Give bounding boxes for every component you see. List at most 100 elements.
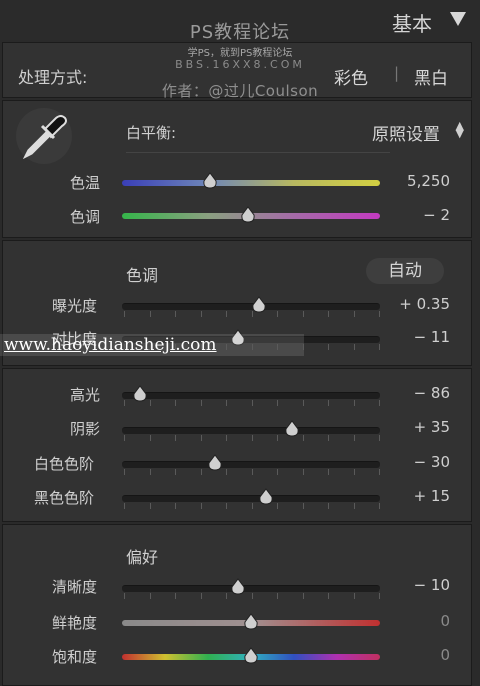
- slider-tick: [124, 311, 125, 317]
- slider-tick: [200, 469, 202, 475]
- slider-tick: [149, 435, 151, 441]
- slider-tick: [251, 311, 253, 317]
- saturation-value[interactable]: 0: [440, 646, 450, 664]
- slider-tick: [226, 344, 227, 350]
- slider-tick: [251, 344, 253, 350]
- slider-tick: [251, 469, 253, 475]
- slider-ticks: [124, 593, 380, 599]
- highlights-value[interactable]: − 86: [414, 384, 450, 402]
- slider-tick: [379, 344, 380, 350]
- tint-label: 色调: [70, 208, 101, 226]
- slider-tick: [175, 311, 176, 317]
- temp-slider-track[interactable]: [122, 180, 380, 186]
- slider-tick: [200, 593, 202, 599]
- slider-tick: [200, 311, 202, 317]
- slider-tick: [175, 469, 176, 475]
- slider-tick: [328, 503, 329, 509]
- exposure-value[interactable]: + 0.35: [399, 295, 450, 313]
- slider-tick: [251, 503, 253, 509]
- saturation-slider-thumb[interactable]: [243, 647, 259, 665]
- slider-tick: [226, 593, 227, 599]
- slider-ticks: [124, 503, 380, 509]
- slider-tick: [302, 503, 304, 509]
- slider-tick: [277, 344, 278, 350]
- whites-value[interactable]: − 30: [414, 453, 450, 471]
- treatment-bw-option[interactable]: 黑白: [414, 64, 448, 89]
- slider-tick: [226, 311, 227, 317]
- temp-label: 色温: [70, 174, 101, 192]
- slider-tick: [302, 593, 304, 599]
- shadows-slider-track[interactable]: [122, 427, 380, 434]
- slider-tick: [124, 344, 125, 350]
- tint-slider-thumb[interactable]: [240, 206, 256, 224]
- presence-heading: 偏好: [126, 548, 159, 567]
- watermark-title: PS教程论坛: [189, 22, 291, 43]
- slider-tick: [277, 435, 278, 441]
- clarity-label: 清晰度: [52, 578, 98, 596]
- slider-tick: [328, 311, 329, 317]
- slider-ticks: [124, 344, 380, 350]
- white-balance-label: 白平衡:: [126, 124, 177, 142]
- slider-tick: [149, 503, 151, 509]
- tint-value[interactable]: − 2: [423, 206, 450, 224]
- contrast-value[interactable]: − 11: [414, 328, 450, 346]
- slider-tick: [353, 469, 355, 475]
- slider-tick: [277, 469, 278, 475]
- watermark-subtitle: 学PS，就到PS教程论坛: [187, 48, 293, 59]
- clarity-value[interactable]: − 10: [414, 576, 450, 594]
- exposure-label: 曝光度: [52, 297, 98, 315]
- slider-tick: [328, 435, 329, 441]
- slider-tick: [124, 400, 125, 406]
- treatment-label: 处理方式:: [18, 68, 88, 87]
- auto-tone-button[interactable]: 自动: [366, 258, 444, 284]
- slider-tick: [302, 344, 304, 350]
- slider-tick: [302, 311, 304, 317]
- slider-ticks: [124, 435, 380, 441]
- slider-tick: [175, 435, 176, 441]
- blacks-slider-track[interactable]: [122, 495, 380, 502]
- white-balance-select[interactable]: 原照设置: [372, 120, 440, 145]
- eyedropper-button[interactable]: [16, 108, 72, 164]
- vibrance-value[interactable]: 0: [440, 612, 450, 630]
- slider-tick: [277, 593, 278, 599]
- slider-tick: [302, 435, 304, 441]
- slider-tick: [302, 400, 304, 406]
- slider-tick: [379, 469, 380, 475]
- treatment-color-option[interactable]: 彩色: [334, 64, 368, 89]
- saturation-label: 饱和度: [52, 648, 98, 666]
- highlights-label: 高光: [70, 386, 101, 404]
- treatment-divider: |: [394, 64, 400, 82]
- slider-tick: [277, 400, 278, 406]
- slider-tick: [175, 503, 176, 509]
- slider-tick: [149, 400, 151, 406]
- slider-tick: [200, 503, 202, 509]
- slider-tick: [251, 593, 253, 599]
- slider-tick: [124, 435, 125, 441]
- slider-ticks: [124, 469, 380, 475]
- slider-tick: [149, 469, 151, 475]
- vibrance-slider-thumb[interactable]: [243, 613, 259, 631]
- shadows-value[interactable]: + 35: [414, 418, 450, 436]
- temp-slider-thumb[interactable]: [202, 172, 218, 190]
- slider-tick: [149, 344, 151, 350]
- eyedropper-icon: [22, 115, 67, 160]
- slider-tick: [353, 503, 355, 509]
- whites-slider-track[interactable]: [122, 461, 380, 468]
- vibrance-label: 鲜艳度: [52, 614, 98, 632]
- slider-tick: [353, 311, 355, 317]
- temp-value[interactable]: 5,250: [407, 172, 450, 190]
- select-updown-icon[interactable]: ▲ ▼: [456, 120, 464, 139]
- slider-tick: [200, 400, 202, 406]
- blacks-value[interactable]: + 15: [414, 487, 450, 505]
- slider-tick: [277, 311, 278, 317]
- slider-ticks: [124, 400, 380, 406]
- slider-tick: [226, 400, 227, 406]
- slider-tick: [149, 311, 151, 317]
- slider-tick: [328, 593, 329, 599]
- slider-tick: [353, 593, 355, 599]
- highlights-slider-track[interactable]: [122, 392, 380, 399]
- slider-tick: [379, 593, 380, 599]
- slider-tick: [302, 469, 304, 475]
- shadows-label: 阴影: [70, 420, 101, 438]
- clarity-slider-track[interactable]: [122, 585, 380, 592]
